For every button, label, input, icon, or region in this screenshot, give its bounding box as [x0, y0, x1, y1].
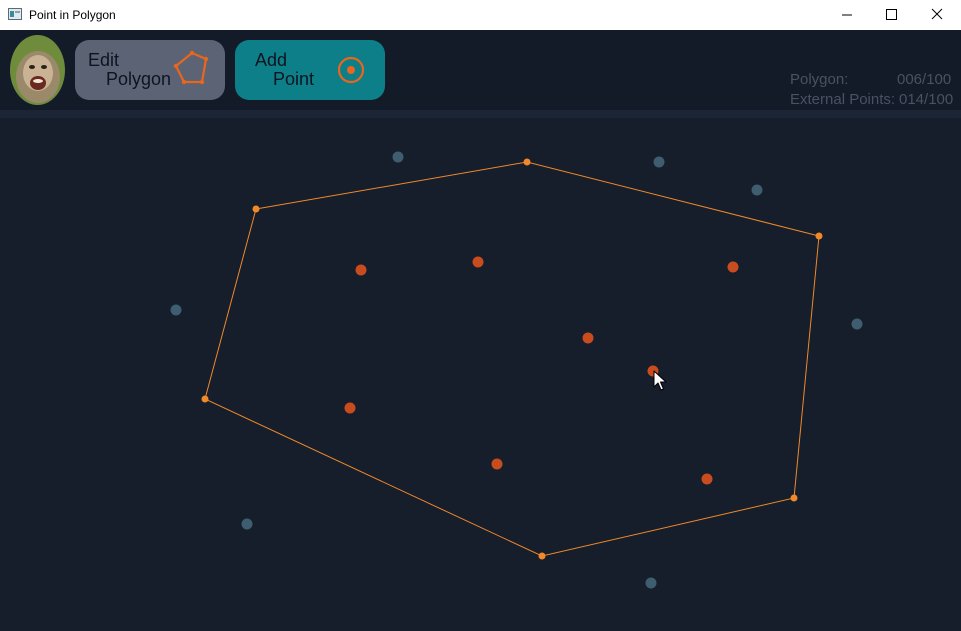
polygon-vertex[interactable]	[523, 158, 531, 166]
inside-point[interactable]	[582, 332, 594, 344]
target-point-icon	[337, 56, 365, 84]
inside-point[interactable]	[727, 261, 739, 273]
polygon-vertex[interactable]	[538, 552, 546, 560]
polygon-count-label: Polygon:	[790, 71, 849, 88]
inside-point[interactable]	[355, 264, 367, 276]
app-icon	[8, 8, 22, 20]
maximize-icon	[886, 9, 897, 20]
monkey-avatar-icon	[10, 35, 65, 105]
add-point-label-line1: Add	[255, 50, 288, 70]
toolbar: Edit Polygon Add Point Polygon: 006/100 …	[0, 30, 961, 110]
outside-point[interactable]	[170, 304, 182, 316]
polygon-outline	[204, 161, 820, 557]
inside-point[interactable]	[472, 256, 484, 268]
drawing-canvas[interactable]	[0, 118, 961, 631]
polygon-vertex[interactable]	[790, 494, 798, 502]
outside-point[interactable]	[645, 577, 657, 589]
inside-point[interactable]	[344, 402, 356, 414]
add-point-label-line2: Point	[273, 69, 315, 89]
external-points-value: 014/100	[899, 91, 954, 108]
avatar	[10, 35, 65, 105]
minimize-icon	[842, 14, 852, 16]
edit-polygon-label-line2: Polygon	[106, 69, 172, 89]
inside-point[interactable]	[491, 458, 503, 470]
polygon-count-value: 006/100	[897, 71, 952, 88]
polygon-vertex[interactable]	[252, 205, 260, 213]
inside-point[interactable]	[701, 473, 713, 485]
close-button[interactable]	[914, 0, 960, 30]
outside-point[interactable]	[653, 156, 665, 168]
maximize-button[interactable]	[868, 0, 914, 30]
polygon-vertex[interactable]	[815, 232, 823, 240]
outside-point[interactable]	[751, 184, 763, 196]
title-bar: Point in Polygon	[0, 0, 961, 30]
close-icon	[931, 8, 943, 20]
external-points-label: External Points:	[790, 91, 896, 108]
minimize-button[interactable]	[823, 0, 869, 30]
polygon-vertex[interactable]	[201, 395, 209, 403]
mouse-cursor-icon	[653, 370, 667, 391]
window-title: Point in Polygon	[29, 8, 116, 22]
pentagon-icon	[173, 50, 209, 85]
outside-point[interactable]	[392, 151, 404, 163]
outside-point[interactable]	[241, 518, 253, 530]
add-point-button[interactable]: Add Point	[235, 40, 385, 100]
outside-point[interactable]	[851, 318, 863, 330]
edit-polygon-button[interactable]: Edit Polygon	[75, 40, 225, 100]
edit-polygon-label-line1: Edit	[88, 50, 120, 70]
toolbar-divider	[0, 110, 961, 118]
